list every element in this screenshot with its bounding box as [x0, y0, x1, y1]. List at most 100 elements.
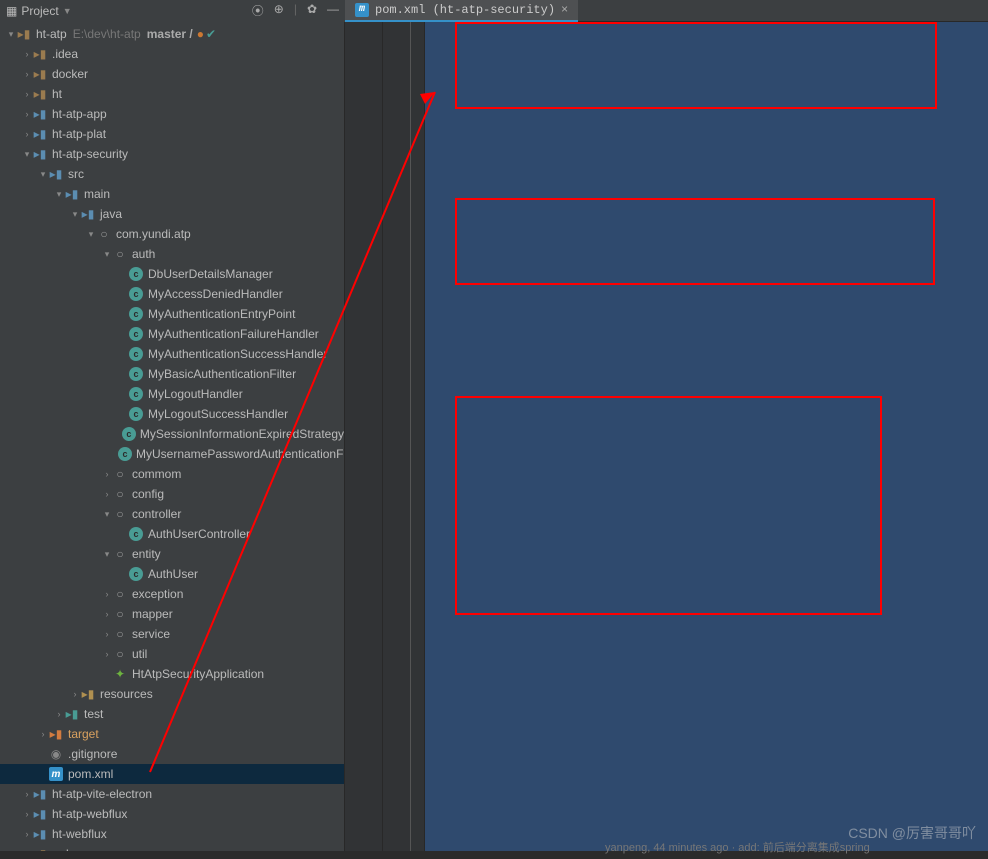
chevron-icon[interactable]: ›	[22, 789, 32, 799]
tree-node-auth[interactable]: ▾ ○ auth	[0, 244, 344, 264]
select-opened-icon[interactable]: ⦿	[252, 2, 264, 19]
tree-node-mapper[interactable]: › ○ mapper	[0, 604, 344, 624]
chevron-icon[interactable]: ▾	[102, 249, 112, 260]
tree-node-myaccessdeniedhandler[interactable]: c MyAccessDeniedHandler	[0, 284, 344, 304]
tree-node-ht[interactable]: › ▸▮ ht	[0, 84, 344, 104]
tree-node-myauthenticationsuccesshandler[interactable]: c MyAuthenticationSuccessHandler	[0, 344, 344, 364]
chevron-icon[interactable]: ›	[102, 609, 112, 619]
tree-node-mybasicauthenticationfilter[interactable]: c MyBasicAuthenticationFilter	[0, 364, 344, 384]
tree-node-myauthenticationentrypoint[interactable]: c MyAuthenticationEntryPoint	[0, 304, 344, 324]
tree-node-exception[interactable]: › ○ exception	[0, 584, 344, 604]
tree-node-ht-atp-vite-electron[interactable]: › ▸▮ ht-atp-vite-electron	[0, 784, 344, 804]
tree-node-label: src	[68, 167, 84, 181]
tree-node-myauthenticationfailurehandler[interactable]: c MyAuthenticationFailureHandler	[0, 324, 344, 344]
file-icon: ○	[112, 587, 128, 601]
tree-node-label: resources	[100, 687, 153, 701]
tab-label: pom.xml (ht-atp-security)	[375, 3, 555, 17]
tree-node-myusernamepasswordauthenticationfilter[interactable]: c MyUsernamePasswordAuthenticationFilter	[0, 444, 344, 464]
tree-node-label: MyAuthenticationSuccessHandler	[148, 347, 327, 361]
tree-node-mysessioninformationexpiredstrategy[interactable]: c MySessionInformationExpiredStrategy	[0, 424, 344, 444]
tree-node-ht-atp-app[interactable]: › ▸▮ ht-atp-app	[0, 104, 344, 124]
tree-node-dbuserdetailsmanager[interactable]: c DbUserDetailsManager	[0, 264, 344, 284]
chevron-icon[interactable]: ›	[22, 49, 32, 59]
tree-node-pom-xml[interactable]: m pom.xml	[0, 764, 344, 784]
tree-node-ht-atp[interactable]: ▾ ▸▮ ht-atpE:\dev\ht-atpmaster /●✔	[0, 24, 344, 44]
chevron-icon[interactable]: ▾	[102, 509, 112, 520]
file-icon: ▸▮	[64, 187, 80, 201]
chevron-icon[interactable]: ›	[22, 109, 32, 119]
tree-node-java[interactable]: ▾ ▸▮ java	[0, 204, 344, 224]
tree-node-main[interactable]: ▾ ▸▮ main	[0, 184, 344, 204]
settings-icon[interactable]: ✿	[307, 2, 317, 19]
tree-node-label: ht-atp-app	[52, 107, 107, 121]
chevron-icon[interactable]: ▾	[6, 29, 16, 40]
tree-node-label: config	[132, 487, 164, 501]
fold-gutter[interactable]	[411, 22, 425, 851]
dropdown-icon[interactable]: ▼	[63, 6, 72, 16]
chevron-icon[interactable]: ›	[38, 729, 48, 739]
tab-pom-xml[interactable]: m pom.xml (ht-atp-security) ×	[345, 0, 578, 22]
expand-icon[interactable]: ⊕	[274, 2, 284, 19]
tree-node-label: HtAtpSecurityApplication	[132, 667, 264, 681]
file-icon: ○	[112, 487, 128, 501]
tree-node-authusercontroller[interactable]: c AuthUserController	[0, 524, 344, 544]
chevron-icon[interactable]: ▾	[102, 549, 112, 560]
tree-node-label: auth	[132, 247, 155, 261]
tree-node--gitignore[interactable]: ◉ .gitignore	[0, 744, 344, 764]
chevron-icon[interactable]: ›	[102, 489, 112, 499]
chevron-icon[interactable]: ›	[102, 649, 112, 659]
chevron-icon[interactable]: ›	[22, 829, 32, 839]
chevron-icon[interactable]: ›	[22, 809, 32, 819]
tree-node-commom[interactable]: › ○ commom	[0, 464, 344, 484]
file-icon: ▸▮	[80, 207, 96, 221]
tree-node--idea[interactable]: › ▸▮ .idea	[0, 44, 344, 64]
annotation-box-3	[455, 396, 882, 615]
tree-node-label: md	[52, 847, 69, 851]
chevron-icon[interactable]: ▾	[22, 149, 32, 160]
close-icon[interactable]: ×	[561, 3, 568, 17]
file-icon: ◉	[48, 747, 64, 761]
window-tab-bar: ▦ Project ▼ ⦿ ⊕ | ✿ — m pom.xml (ht-atp-…	[0, 0, 988, 22]
chevron-icon[interactable]: ▾	[86, 229, 96, 240]
chevron-icon[interactable]: ›	[22, 69, 32, 79]
tree-node-entity[interactable]: ▾ ○ entity	[0, 544, 344, 564]
file-icon: c	[128, 367, 144, 381]
chevron-icon[interactable]: ›	[70, 689, 80, 699]
tree-node-resources[interactable]: › ▸▮ resources	[0, 684, 344, 704]
tree-node-authuser[interactable]: c AuthUser	[0, 564, 344, 584]
chevron-icon[interactable]: ›	[22, 89, 32, 99]
tree-node-docker[interactable]: › ▸▮ docker	[0, 64, 344, 84]
chevron-icon[interactable]: ›	[54, 709, 64, 719]
chevron-icon[interactable]: ›	[102, 629, 112, 639]
tree-node-controller[interactable]: ▾ ○ controller	[0, 504, 344, 524]
tree-node-ht-webflux[interactable]: › ▸▮ ht-webflux	[0, 824, 344, 844]
chevron-icon[interactable]: ›	[22, 129, 32, 139]
tree-node-config[interactable]: › ○ config	[0, 484, 344, 504]
chevron-icon[interactable]: ›	[102, 589, 112, 599]
tree-node-md[interactable]: › ▸▮ md	[0, 844, 344, 851]
watermark: CSDN @厉害哥哥吖	[848, 823, 976, 843]
tree-node-target[interactable]: › ▸▮ target	[0, 724, 344, 744]
tree-node-mylogoutsuccesshandler[interactable]: c MyLogoutSuccessHandler	[0, 404, 344, 424]
tree-node-util[interactable]: › ○ util	[0, 644, 344, 664]
file-icon: c	[118, 447, 132, 461]
tree-node-htatpsecurityapplication[interactable]: ✦ HtAtpSecurityApplication	[0, 664, 344, 684]
tree-node-src[interactable]: ▾ ▸▮ src	[0, 164, 344, 184]
chevron-icon[interactable]: ›	[102, 469, 112, 479]
chevron-icon[interactable]: ▾	[70, 209, 80, 220]
tree-node-mylogouthandler[interactable]: c MyLogoutHandler	[0, 384, 344, 404]
file-icon: ▸▮	[32, 847, 48, 851]
project-tree-panel: ▾ ▸▮ ht-atpE:\dev\ht-atpmaster /●✔ › ▸▮ …	[0, 22, 345, 851]
tree-node-test[interactable]: › ▸▮ test	[0, 704, 344, 724]
tree-node-ht-atp-plat[interactable]: › ▸▮ ht-atp-plat	[0, 124, 344, 144]
tree-node-ht-atp-webflux[interactable]: › ▸▮ ht-atp-webflux	[0, 804, 344, 824]
tree-node-ht-atp-security[interactable]: ▾ ▸▮ ht-atp-security	[0, 144, 344, 164]
tree-node-service[interactable]: › ○ service	[0, 624, 344, 644]
chevron-icon[interactable]: ▾	[38, 169, 48, 180]
file-icon: c	[128, 287, 144, 301]
chevron-icon[interactable]: ▾	[54, 189, 64, 200]
project-tool-label[interactable]: Project	[21, 4, 58, 18]
hide-icon[interactable]: —	[327, 2, 339, 19]
code-area[interactable]: yanpeng, 44 minutes ago · add: 前后端分离集成sp…	[425, 22, 988, 851]
tree-node-com-yundi-atp[interactable]: ▾ ○ com.yundi.atp	[0, 224, 344, 244]
